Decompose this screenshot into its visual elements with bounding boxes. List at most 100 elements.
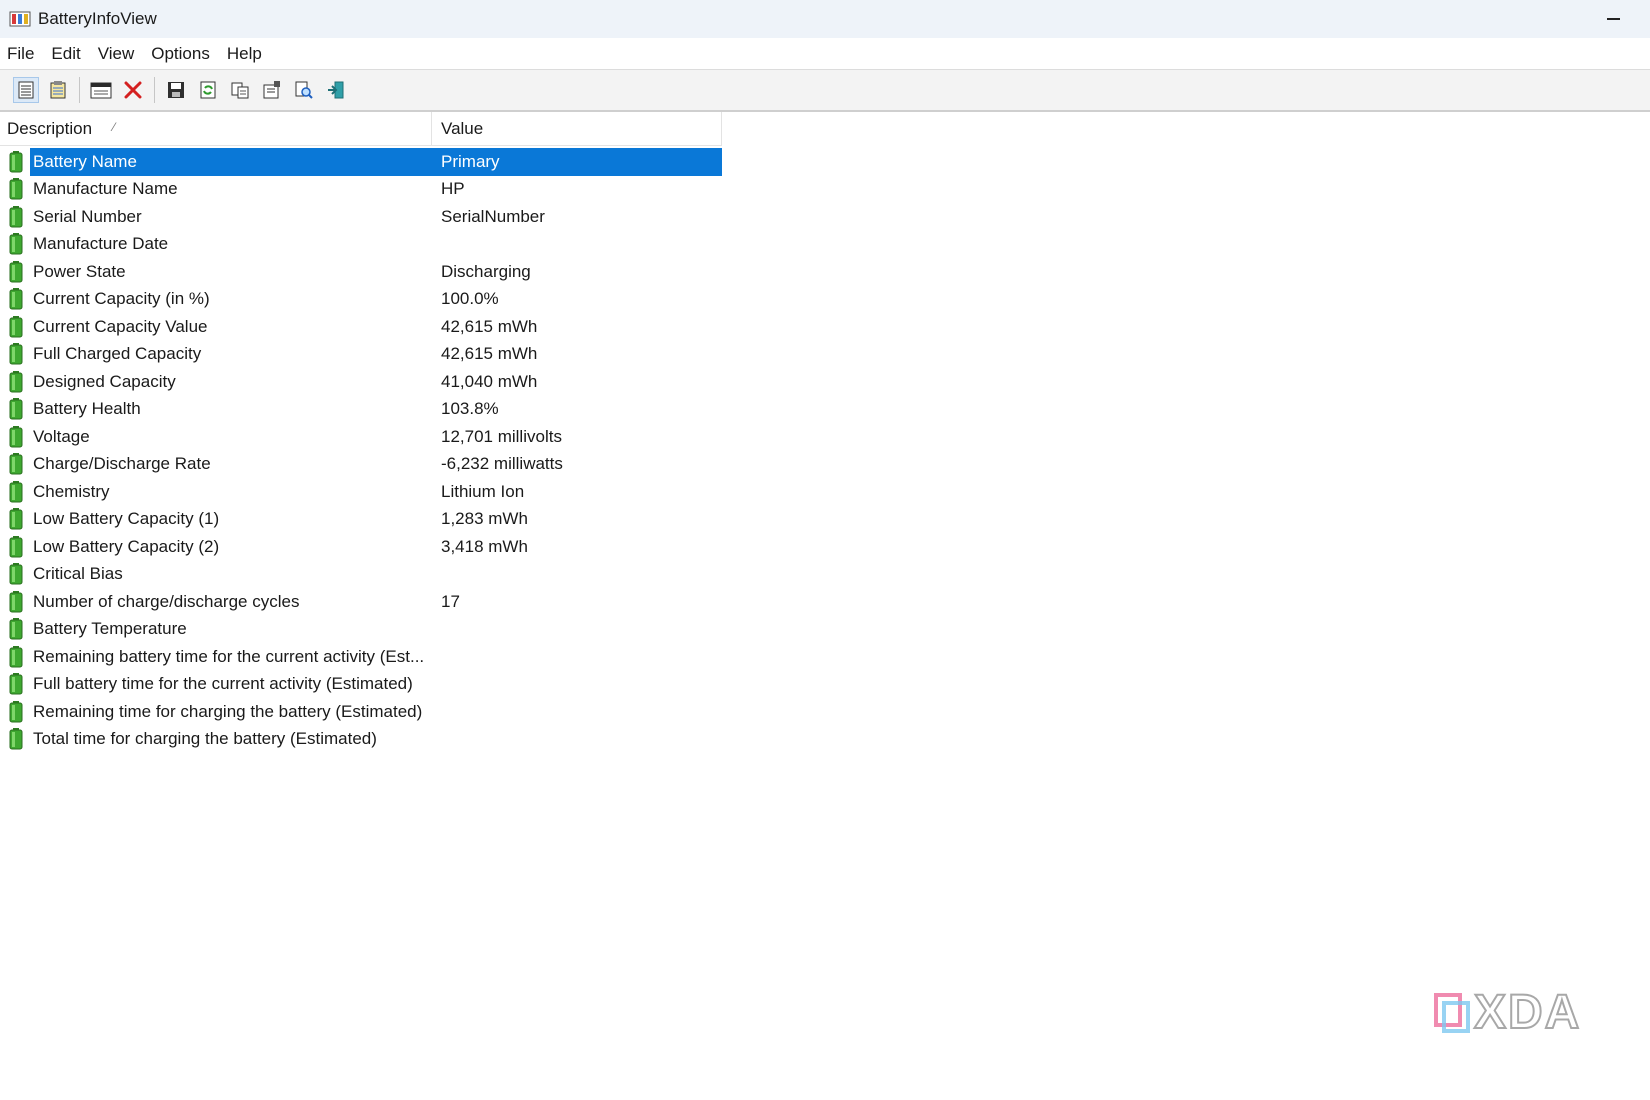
battery-icon xyxy=(9,673,23,695)
table-row[interactable]: Chemistry Lithium Ion xyxy=(0,478,722,506)
list-view-icon xyxy=(18,81,34,99)
description-cell: Current Capacity (in %) xyxy=(0,286,432,314)
find-button[interactable] xyxy=(292,78,316,102)
table-row[interactable]: Total time for charging the battery (Est… xyxy=(0,726,722,754)
xda-watermark: XDA xyxy=(1430,985,1581,1040)
description-cell: Serial Number xyxy=(0,203,432,231)
description-cell: Manufacture Date xyxy=(0,231,432,259)
exit-icon xyxy=(328,81,344,99)
table-row[interactable]: Serial Number SerialNumber xyxy=(0,203,722,231)
row-description: Charge/Discharge Rate xyxy=(33,454,211,474)
description-cell: Full battery time for the current activi… xyxy=(0,671,432,699)
description-cell: Manufacture Name xyxy=(0,176,432,204)
battery-icon xyxy=(9,205,23,228)
delete-button[interactable] xyxy=(121,78,145,102)
row-description: Battery Name xyxy=(30,148,432,176)
save-button[interactable] xyxy=(164,78,188,102)
table-row[interactable]: Low Battery Capacity (2) 3,418 mWh xyxy=(0,533,722,561)
battery-icon xyxy=(9,233,23,255)
toolbar-separator xyxy=(79,77,80,103)
battery-icon xyxy=(9,453,23,475)
list-view-button[interactable] xyxy=(13,77,39,103)
menu-options[interactable]: Options xyxy=(143,38,219,69)
description-cell: Charge/Discharge Rate xyxy=(0,451,432,479)
row-value: Discharging xyxy=(441,261,531,281)
row-description: Remaining battery time for the current a… xyxy=(33,646,425,666)
table-row[interactable]: Battery Name Primary xyxy=(0,148,722,176)
row-value: SerialNumber xyxy=(441,206,545,226)
exit-button[interactable] xyxy=(324,78,348,102)
row-value xyxy=(432,643,722,671)
row-value: Primary xyxy=(432,148,722,176)
report-view-button[interactable] xyxy=(46,78,70,102)
row-value: -6,232 milliwatts xyxy=(441,454,563,474)
row-description: Critical Bias xyxy=(33,564,123,584)
table-row[interactable]: Remaining time for charging the battery … xyxy=(0,698,722,726)
column-header-value[interactable]: Value xyxy=(432,112,722,145)
table-row[interactable]: Power State Discharging xyxy=(0,258,722,286)
table-row[interactable]: Remaining battery time for the current a… xyxy=(0,643,722,671)
row-description: Remaining time for charging the battery … xyxy=(33,701,423,721)
row-description: Serial Number xyxy=(33,206,142,226)
menu-view[interactable]: View xyxy=(90,38,144,69)
menu-edit[interactable]: Edit xyxy=(43,38,89,69)
refresh-icon xyxy=(200,81,216,99)
table-row[interactable]: Number of charge/discharge cycles 17 xyxy=(0,588,722,616)
battery-icon xyxy=(9,508,23,530)
copy-icon xyxy=(231,82,249,99)
table-row[interactable]: Critical Bias xyxy=(0,561,722,589)
description-cell: Power State xyxy=(0,258,432,286)
table-row[interactable]: Battery Health 103.8% xyxy=(0,396,722,424)
row-description: Chemistry xyxy=(33,481,110,501)
column-header-description[interactable]: Description ⁄ xyxy=(0,112,432,145)
table-row[interactable]: Current Capacity (in %) 100.0% xyxy=(0,286,722,314)
xda-watermark-text: XDA xyxy=(1473,985,1582,1040)
row-description: Battery Temperature xyxy=(33,619,187,639)
xda-logo-icon xyxy=(1434,992,1470,1033)
minimize-button[interactable] xyxy=(1598,8,1628,30)
description-cell: Remaining battery time for the current a… xyxy=(0,643,432,671)
menu-file[interactable]: File xyxy=(0,38,43,69)
table-row[interactable]: Current Capacity Value 42,615 mWh xyxy=(0,313,722,341)
description-cell: Battery Temperature xyxy=(0,616,432,644)
row-value: 103.8% xyxy=(441,399,499,419)
menu-help[interactable]: Help xyxy=(219,38,271,69)
row-description: Full Charged Capacity xyxy=(33,344,202,364)
window-button[interactable] xyxy=(89,78,113,102)
table-row[interactable]: Battery Temperature xyxy=(0,616,722,644)
row-value: 42,615 mWh xyxy=(441,316,538,336)
row-value: Lithium Ion xyxy=(441,481,525,501)
row-value xyxy=(432,726,722,754)
table-row[interactable]: Voltage 12,701 millivolts xyxy=(0,423,722,451)
table-row[interactable]: Manufacture Date xyxy=(0,231,722,259)
row-value xyxy=(432,231,722,259)
battery-icon xyxy=(9,645,23,668)
table-row[interactable]: Full Charged Capacity 42,615 mWh xyxy=(0,341,722,369)
table-row[interactable]: Charge/Discharge Rate -6,232 milliwatts xyxy=(0,451,722,479)
battery-icon xyxy=(9,315,23,338)
description-cell: Remaining time for charging the battery … xyxy=(0,698,432,726)
list-header: Description ⁄ Value xyxy=(0,112,722,146)
properties-icon xyxy=(263,81,280,99)
row-description: Designed Capacity xyxy=(33,371,176,391)
row-description: Voltage xyxy=(33,426,90,446)
row-description: Manufacture Name xyxy=(33,179,178,199)
toolbar-separator xyxy=(154,77,155,103)
table-row[interactable]: Low Battery Capacity (1) 1,283 mWh xyxy=(0,506,722,534)
table-row[interactable]: Designed Capacity 41,040 mWh xyxy=(0,368,722,396)
battery-icon xyxy=(9,618,23,640)
row-value xyxy=(432,561,722,589)
table-row[interactable]: Full battery time for the current activi… xyxy=(0,671,722,699)
battery-icon xyxy=(9,700,23,723)
battery-icon xyxy=(9,370,23,393)
refresh-button[interactable] xyxy=(196,78,220,102)
battery-info-list[interactable]: Description ⁄ Value Battery Name Primary M… xyxy=(0,112,1650,753)
table-row[interactable]: Manufacture Name HP xyxy=(0,176,722,204)
properties-button[interactable] xyxy=(260,78,284,102)
row-value: 42,615 mWh xyxy=(441,344,538,364)
report-view-icon xyxy=(50,81,66,99)
row-value xyxy=(432,616,722,644)
battery-icon xyxy=(9,150,23,173)
copy-button[interactable] xyxy=(228,78,252,102)
row-description: Total time for charging the battery (Est… xyxy=(33,729,377,749)
